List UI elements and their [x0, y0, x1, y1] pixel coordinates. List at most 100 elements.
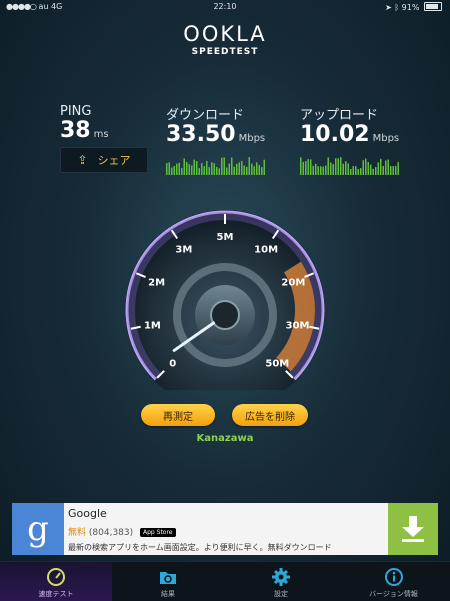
retest-button[interactable]: 再測定 — [141, 404, 215, 426]
sparkline-bar — [327, 157, 329, 175]
ad-description: 最新の検索アプリをホーム画面設定。より便利に早く。無料ダウンロード — [68, 543, 332, 552]
sparkline-bar — [231, 157, 233, 175]
logo-main: OOKLA — [183, 22, 267, 46]
tab-label: 結果 — [161, 590, 175, 598]
sparkline-bar — [307, 159, 309, 175]
sparkline-bar — [263, 159, 265, 175]
sparkline-bar — [228, 163, 230, 175]
sparkline-bar — [258, 165, 260, 175]
sparkline-bar — [168, 162, 170, 175]
sparkline-bar — [246, 166, 248, 175]
sparkline-bar — [203, 166, 205, 175]
sparkline-bar — [196, 161, 198, 175]
upload-value: 10.02 Mbps — [300, 123, 400, 151]
sparkline-bar — [372, 168, 374, 175]
upload-sparkline — [300, 157, 399, 175]
share-button[interactable]: ⇪ シェア — [60, 147, 148, 173]
tab-results[interactable]: 結果 — [112, 562, 224, 601]
location-icon: ➤ — [385, 3, 392, 12]
speedometer-icon — [47, 568, 65, 586]
sparkline-bar — [302, 161, 304, 175]
sparkline-bar — [330, 162, 332, 175]
sparkline-bar — [392, 165, 394, 175]
speed-gauge: 0 1M 2M 3M 5M 10M 20M 30M 50M — [125, 210, 325, 390]
gauge-tick-label: 5M — [217, 232, 234, 243]
gauge-tick-label: 3M — [175, 244, 192, 255]
ping-metric: PING 38 ms — [60, 104, 109, 147]
sparkline-bar — [390, 166, 392, 175]
sparkline-bar — [380, 158, 382, 175]
sparkline-bar — [251, 163, 253, 175]
sparkline-bar — [216, 166, 218, 175]
battery-info: ➤ ᛒ 91% — [385, 2, 442, 12]
sparkline-bar — [236, 163, 238, 175]
gear-icon — [272, 568, 290, 586]
sparkline-bar — [310, 159, 312, 175]
sparkline-bar — [198, 168, 200, 175]
share-label: シェア — [97, 154, 131, 167]
sparkline-bar — [355, 166, 357, 175]
sparkline-bar — [347, 163, 349, 175]
sparkline-bar — [178, 162, 180, 175]
google-app-logo[interactable]: g — [12, 503, 64, 555]
battery-percent: 91% — [401, 3, 420, 12]
download-sparkline — [166, 157, 265, 175]
tab-speed-test[interactable]: 速度テスト — [0, 562, 112, 601]
sparkline-bar — [337, 158, 339, 175]
sparkline-bar — [332, 164, 334, 175]
sparkline-bar — [382, 165, 384, 175]
sparkline-bar — [226, 167, 228, 175]
sparkline-bar — [315, 163, 317, 175]
ad-price-free: 無料 — [68, 528, 87, 538]
sparkline-bar — [221, 157, 223, 175]
tab-label: 速度テスト — [38, 590, 74, 598]
sparkline-bar — [357, 168, 359, 175]
ad-download-button[interactable] — [388, 503, 438, 555]
ad-price: 無料 (804,383) App Store — [68, 525, 176, 538]
sparkline-bar — [256, 162, 258, 175]
download-value: 33.50 Mbps — [166, 123, 266, 151]
sparkline-bar — [360, 168, 362, 175]
sparkline-bar — [241, 160, 243, 175]
sparkline-bar — [367, 161, 369, 175]
sparkline-bar — [377, 162, 379, 175]
sparkline-bar — [335, 158, 337, 175]
sparkline-bar — [191, 165, 193, 175]
sparkline-bar — [193, 159, 195, 175]
info-icon — [384, 568, 403, 586]
ping-number: 38 — [60, 118, 91, 143]
sparkline-bar — [385, 160, 387, 175]
sparkline-bar — [176, 163, 178, 175]
sparkline-bar — [345, 161, 347, 175]
sparkline-bar — [300, 157, 302, 175]
tab-settings[interactable]: 設定 — [225, 562, 337, 601]
remove-ads-button[interactable]: 広告を削除 — [232, 404, 308, 426]
ping-unit: ms — [93, 129, 109, 140]
sparkline-bar — [362, 160, 364, 175]
sparkline-bar — [218, 168, 220, 175]
tab-label: 設定 — [274, 590, 288, 598]
download-icon — [402, 516, 424, 542]
ad-review-count: (804,383) — [88, 528, 134, 538]
ad-banner[interactable]: g Google 無料 (804,383) App Store 最新の検索アプリ… — [12, 503, 438, 555]
upload-metric: アップロード 10.02 Mbps — [300, 104, 400, 179]
status-bar: ●●●●○ au 4G 22:10 ➤ ᛒ 91% — [0, 0, 450, 14]
clock: 22:10 — [213, 2, 237, 11]
sparkline-bar — [350, 168, 352, 175]
upload-unit: Mbps — [372, 133, 400, 144]
ookla-logo: OOKLA SPEEDTEST — [0, 22, 450, 57]
sparkline-bar — [223, 157, 225, 175]
sparkline-bar — [181, 168, 183, 175]
sparkline-bar — [322, 166, 324, 175]
tab-about[interactable]: バージョン情報 — [337, 562, 450, 601]
sparkline-bar — [325, 165, 327, 175]
sparkline-bar — [211, 162, 213, 175]
gauge-tick-label: 2M — [148, 278, 165, 289]
sparkline-bar — [243, 165, 245, 175]
tab-label: バージョン情報 — [369, 590, 418, 598]
gauge-hub-center — [210, 300, 240, 330]
battery-icon — [424, 2, 442, 11]
sparkline-bar — [370, 164, 372, 175]
sparkline-bar — [248, 157, 250, 175]
gauge-tick-label: 0 — [169, 358, 176, 369]
